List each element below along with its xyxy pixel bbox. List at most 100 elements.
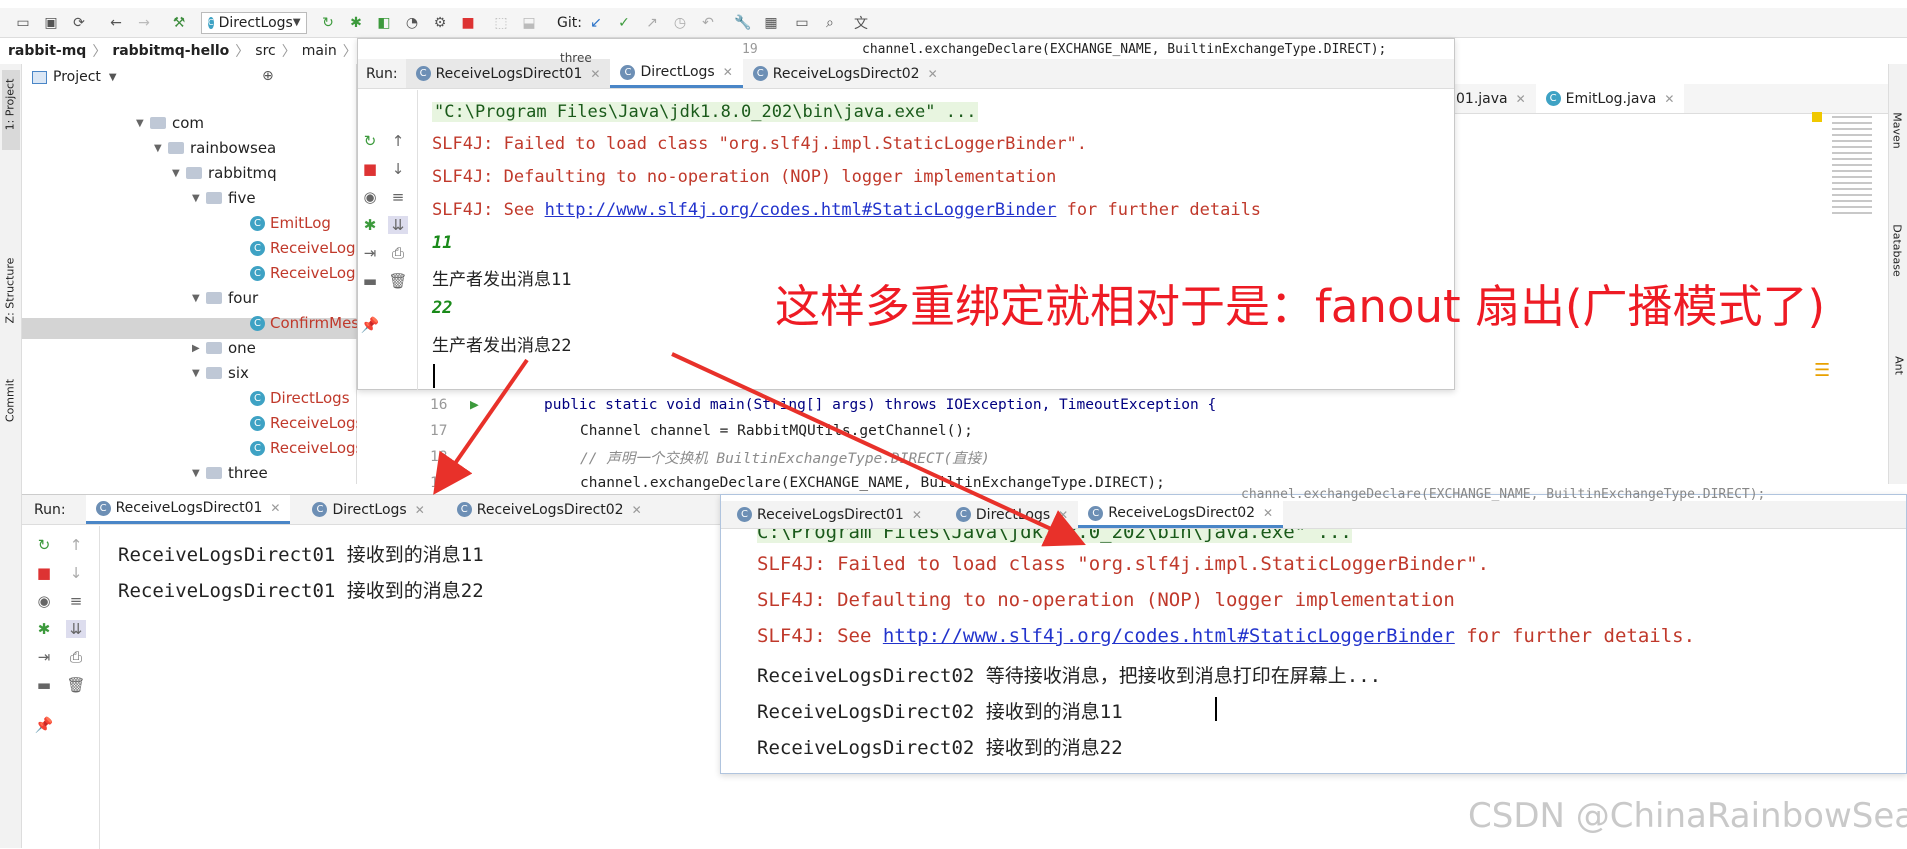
up-icon[interactable]: ↑ bbox=[66, 536, 86, 554]
login-icon[interactable]: ⇥ bbox=[360, 244, 380, 262]
attach-debugger-icon[interactable]: ⬚ bbox=[492, 14, 510, 32]
stop-icon[interactable]: ■ bbox=[360, 160, 380, 178]
close-icon[interactable]: ✕ bbox=[590, 67, 600, 81]
run-tab[interactable]: C ReceiveLogsDirect01 ✕ bbox=[727, 501, 932, 528]
editor-tab-active[interactable]: C EmitLog.java ✕ bbox=[1535, 84, 1685, 113]
slf4j-link[interactable]: http://www.slf4j.org/codes.html#StaticLo… bbox=[545, 200, 1057, 220]
coverage-icon[interactable]: ◧ bbox=[375, 14, 393, 32]
rerun-icon[interactable]: ↻ bbox=[319, 14, 337, 32]
close-icon[interactable]: ✕ bbox=[1664, 92, 1674, 106]
run-tab[interactable]: C ReceiveLogsDirect02 ✕ bbox=[447, 495, 652, 524]
soft-wrap-icon[interactable]: ≡ bbox=[388, 188, 408, 206]
forward-icon[interactable]: → bbox=[135, 14, 153, 32]
profile-icon[interactable]: ◔ bbox=[403, 14, 421, 32]
down-icon[interactable]: ↓ bbox=[66, 564, 86, 582]
breadcrumb-item[interactable]: rabbitmq-hello bbox=[112, 43, 229, 59]
git-history-icon[interactable]: ◷ bbox=[671, 14, 689, 32]
debug-icon[interactable]: ✱ bbox=[360, 216, 380, 234]
tree-item[interactable]: C ReceiveLog bbox=[250, 237, 356, 259]
expand-toggle-icon[interactable]: ▼ bbox=[136, 118, 150, 129]
tree-item[interactable]: ▼ six bbox=[192, 362, 249, 384]
stop-icon[interactable]: ■ bbox=[34, 564, 54, 582]
trash-icon[interactable]: 🗑 bbox=[66, 676, 86, 694]
close-icon[interactable]: ✕ bbox=[928, 67, 938, 81]
tree-item[interactable]: C EmitLog bbox=[250, 212, 331, 234]
tree-item[interactable]: ▼ five bbox=[192, 187, 256, 209]
tree-item[interactable]: ▼ four bbox=[192, 287, 258, 309]
close-icon[interactable]: ✕ bbox=[1516, 92, 1526, 106]
expand-toggle-icon[interactable]: ▼ bbox=[192, 368, 206, 379]
tree-item[interactable]: ▼ three bbox=[192, 462, 268, 484]
camera-icon[interactable]: ◉ bbox=[34, 592, 54, 610]
run-tab-active[interactable]: C DirectLogs ✕ bbox=[610, 59, 743, 88]
sync-icon[interactable]: ⟳ bbox=[70, 14, 88, 32]
console-output[interactable]: ReceiveLogsDirect01 接收到的消息11 ReceiveLogs… bbox=[118, 526, 718, 726]
git-commit-icon[interactable]: ✓ bbox=[615, 14, 633, 32]
wrench-icon[interactable]: 🔧 bbox=[734, 14, 752, 32]
close-icon[interactable]: ✕ bbox=[1058, 508, 1068, 522]
slf4j-link[interactable]: http://www.slf4j.org/codes.html#StaticLo… bbox=[883, 625, 1455, 647]
run-tab-active[interactable]: C ReceiveLogsDirect02 ✕ bbox=[1078, 501, 1284, 528]
editor-tab[interactable]: 01.java ✕ bbox=[1446, 84, 1536, 113]
expand-toggle-icon[interactable]: ▼ bbox=[172, 168, 186, 179]
layout-icon[interactable]: ▬ bbox=[34, 676, 54, 694]
print-icon[interactable]: ⎙ bbox=[388, 244, 408, 262]
git-update-icon[interactable]: ↙ bbox=[587, 14, 605, 32]
ant-tool-label[interactable]: Ant bbox=[1893, 346, 1906, 386]
breadcrumb-item[interactable]: main bbox=[302, 43, 337, 59]
login-icon[interactable]: ⇥ bbox=[34, 648, 54, 666]
locate-icon[interactable]: ⊕ bbox=[262, 68, 274, 84]
close-icon[interactable]: ✕ bbox=[270, 501, 280, 515]
database-tool-label[interactable]: Database bbox=[1891, 215, 1904, 287]
run-tab[interactable]: C DirectLogs ✕ bbox=[946, 501, 1078, 528]
save-icon[interactable]: ▣ bbox=[42, 14, 60, 32]
expand-toggle-icon[interactable]: ▶ bbox=[192, 343, 206, 354]
search-icon[interactable]: ⌕ bbox=[821, 14, 839, 32]
scroll-end-icon[interactable]: ⇊ bbox=[66, 620, 86, 638]
breadcrumb-item[interactable]: src bbox=[255, 43, 275, 59]
terminal-icon[interactable]: ▭ bbox=[793, 14, 811, 32]
close-icon[interactable]: ✕ bbox=[723, 65, 733, 79]
pin-icon[interactable]: 📌 bbox=[360, 316, 380, 334]
open-folder-icon[interactable]: ▭ bbox=[14, 14, 32, 32]
tree-item[interactable]: ▼ rabbitmq bbox=[172, 162, 277, 184]
breadcrumb-item[interactable]: rabbit-mq bbox=[8, 43, 86, 59]
expand-toggle-icon[interactable]: ▼ bbox=[192, 193, 206, 204]
close-icon[interactable]: ✕ bbox=[912, 508, 922, 522]
git-rollback-icon[interactable]: ↶ bbox=[699, 14, 717, 32]
project-structure-icon[interactable]: ▦ bbox=[762, 14, 780, 32]
debug-icon[interactable]: ✱ bbox=[34, 620, 54, 638]
run-config-select[interactable]: C DirectLogs ▼ bbox=[201, 11, 307, 34]
close-icon[interactable]: ✕ bbox=[415, 503, 425, 517]
run-tab[interactable]: C DirectLogs ✕ bbox=[302, 495, 434, 524]
run-tab-active[interactable]: C ReceiveLogsDirect01 ✕ bbox=[85, 495, 291, 524]
print-icon[interactable]: ⎙ bbox=[66, 648, 86, 666]
tree-item[interactable]: ▼ com bbox=[136, 112, 204, 134]
down-icon[interactable]: ↓ bbox=[388, 160, 408, 178]
pin-icon[interactable]: 📌 bbox=[34, 716, 54, 734]
deploy-icon[interactable]: ⬓ bbox=[520, 14, 538, 32]
project-panel-title[interactable]: Project bbox=[53, 69, 101, 85]
back-icon[interactable]: ← bbox=[107, 14, 125, 32]
camera-icon[interactable]: ◉ bbox=[360, 188, 380, 206]
commit-tool-label[interactable]: Commit bbox=[4, 366, 17, 436]
translate-icon[interactable]: 文 bbox=[852, 14, 870, 32]
scroll-end-icon[interactable]: ⇊ bbox=[388, 216, 408, 234]
expand-toggle-icon[interactable]: ▼ bbox=[192, 293, 206, 304]
soft-wrap-icon[interactable]: ≡ bbox=[66, 592, 86, 610]
close-icon[interactable]: ✕ bbox=[632, 503, 642, 517]
tree-item[interactable]: C ConfirmMes bbox=[250, 312, 359, 334]
layout-icon[interactable]: ▬ bbox=[360, 272, 380, 290]
run-gutter-icon[interactable]: ▶ bbox=[470, 397, 510, 413]
up-icon[interactable]: ↑ bbox=[388, 132, 408, 150]
tree-item[interactable]: ▶ one bbox=[192, 337, 256, 359]
expand-toggle-icon[interactable]: ▼ bbox=[154, 143, 168, 154]
build-icon[interactable]: ⚒ bbox=[170, 14, 188, 32]
rerun-icon[interactable]: ↻ bbox=[34, 536, 54, 554]
tree-item[interactable]: ▼ rainbowsea bbox=[154, 137, 276, 159]
git-push-icon[interactable]: ↗ bbox=[643, 14, 661, 32]
run-tab[interactable]: C ReceiveLogsDirect02 ✕ bbox=[743, 59, 948, 88]
close-icon[interactable]: ✕ bbox=[1263, 506, 1273, 520]
run-ant-icon[interactable]: ⚙ bbox=[431, 14, 449, 32]
tree-item[interactable]: C DirectLogs bbox=[250, 387, 350, 409]
